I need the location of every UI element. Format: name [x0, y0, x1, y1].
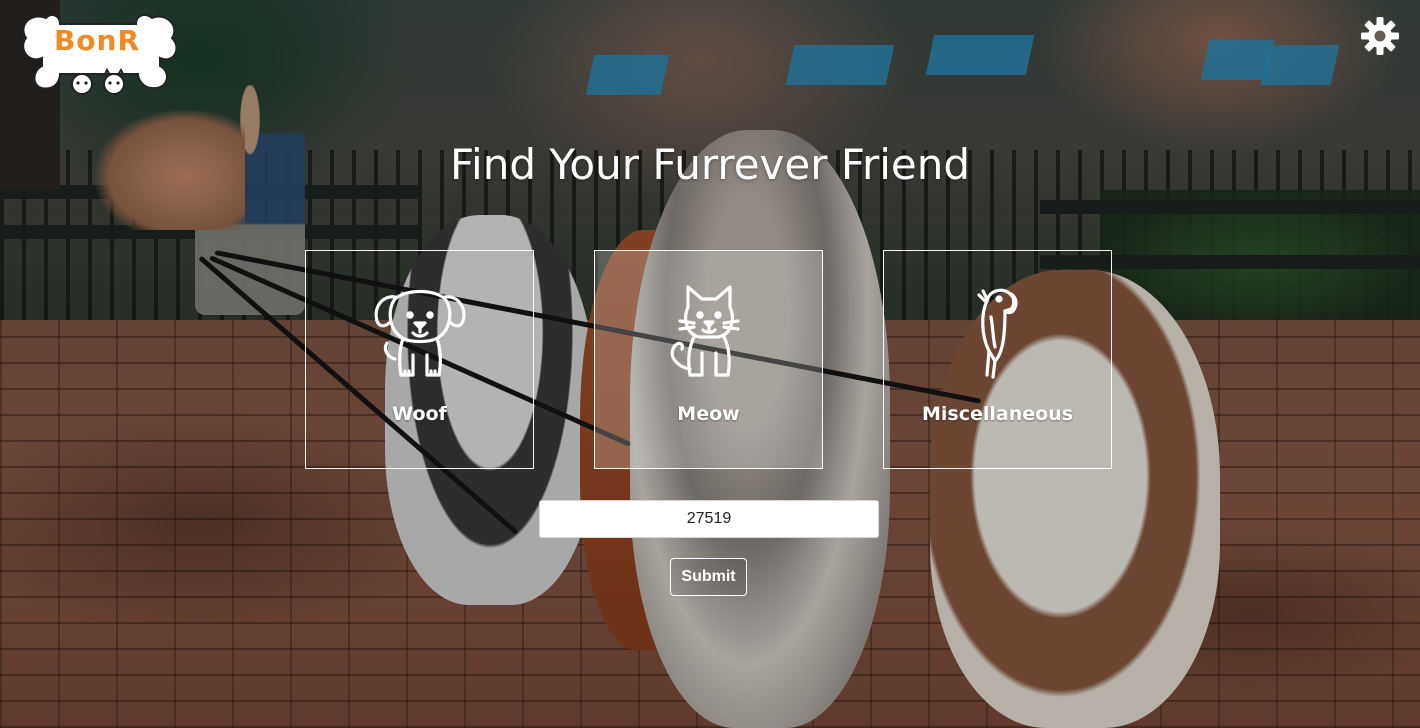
parrot-icon — [976, 288, 1018, 379]
page-title: Find Your Furrever Friend — [449, 140, 971, 189]
dog-icon — [374, 289, 465, 377]
gear-icon — [1361, 17, 1399, 55]
category-card-miscellaneous[interactable]: Miscellaneous — [883, 250, 1112, 469]
cat-icon — [670, 285, 740, 377]
submit-button[interactable]: Submit — [670, 558, 747, 596]
category-label-miscellaneous: Miscellaneous — [921, 403, 1074, 425]
zip-code-input[interactable] — [539, 500, 879, 538]
settings-button[interactable] — [1358, 14, 1402, 58]
category-card-woof[interactable]: Woof — [305, 250, 534, 469]
bonr-logo[interactable]: BonR — [16, 8, 178, 102]
category-card-meow[interactable]: Meow — [594, 250, 823, 469]
category-label-meow: Meow — [677, 403, 740, 425]
logo-text: BonR — [53, 24, 141, 57]
category-label-woof: Woof — [392, 403, 447, 425]
